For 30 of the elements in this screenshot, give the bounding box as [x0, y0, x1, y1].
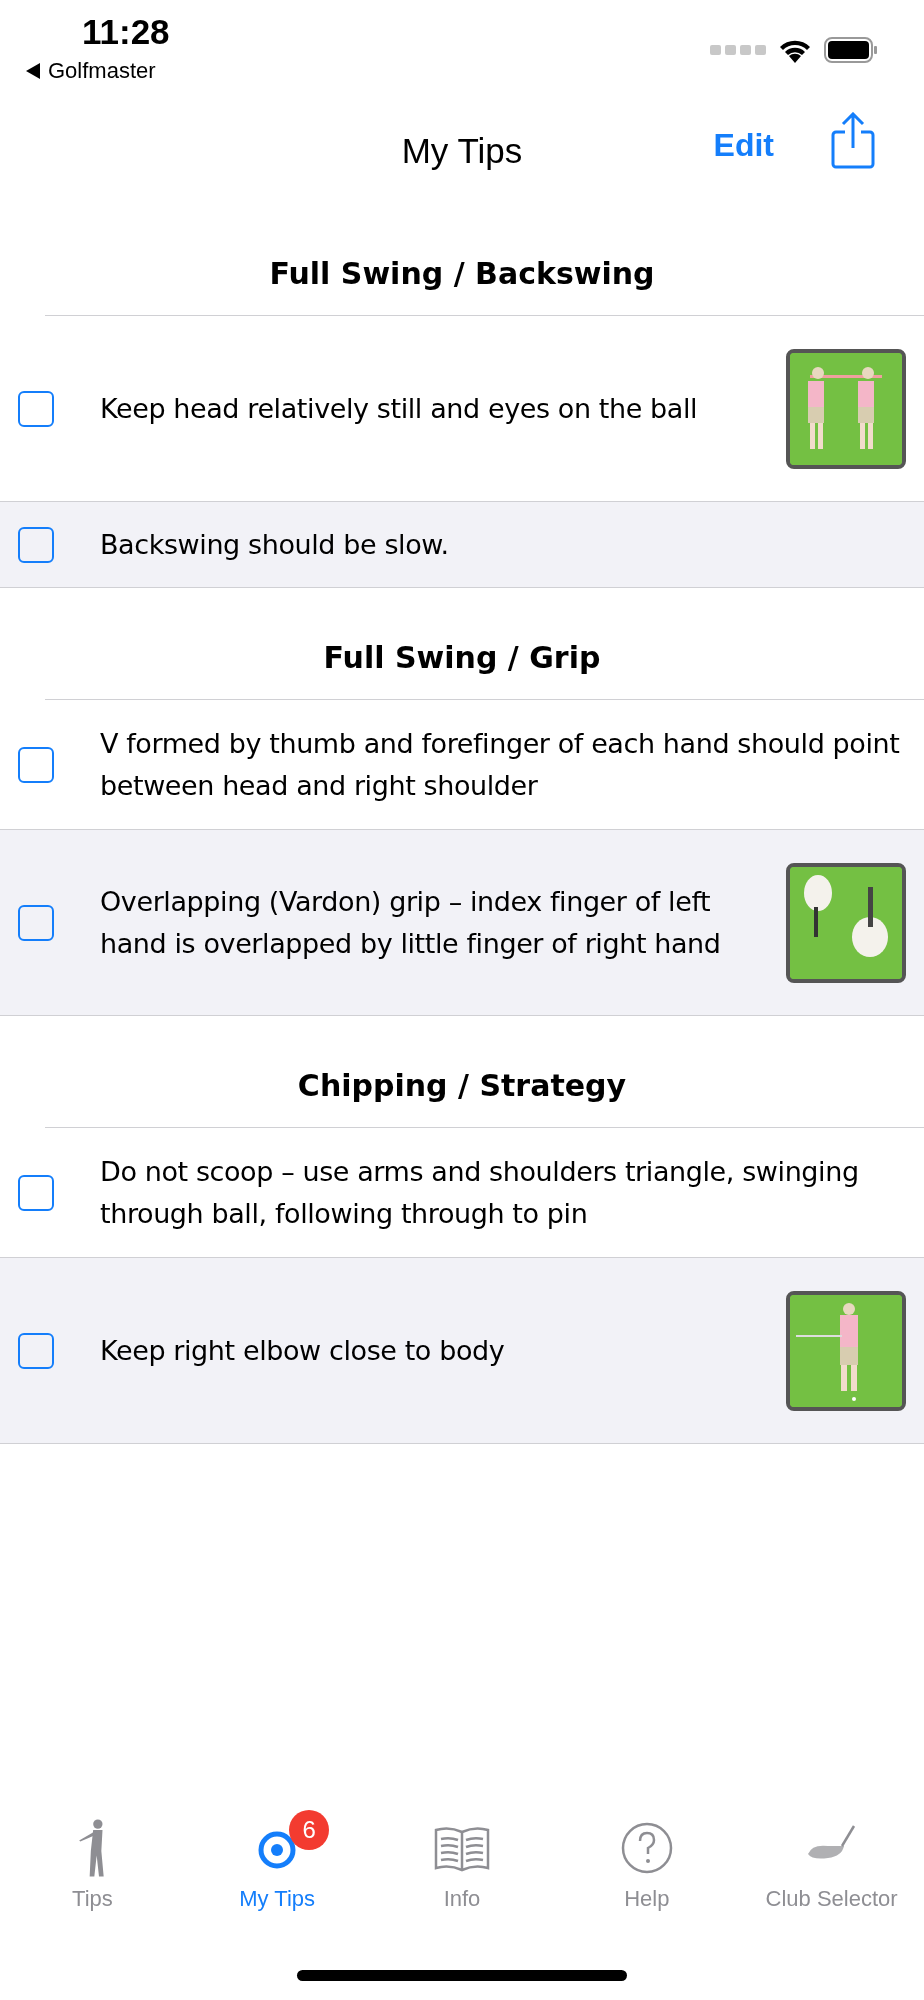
- back-arrow-icon: [26, 63, 40, 79]
- signal-icon: [710, 44, 766, 56]
- checkbox[interactable]: [18, 746, 54, 783]
- tip-text: Keep head relatively still and eyes on the ball: [100, 391, 699, 426]
- tip-text: Overlapping (Vardon) grip – index finger of left hand is overlapped by little finger of right hand: [100, 884, 722, 961]
- checkbox[interactable]: [18, 904, 54, 941]
- tab[interactable]: My Tips 6: [184, 1810, 370, 1912]
- section-title: Full Swing / Grip: [322, 639, 602, 677]
- checkbox[interactable]: [18, 390, 54, 427]
- tab[interactable]: Club Selector: [739, 1810, 924, 1912]
- tip-text: V formed by thumb and forefinger of each hand should point between head and right shoulder: [100, 726, 901, 803]
- section-title: Chipping / Strategy: [296, 1067, 628, 1105]
- clock-time: 11:28: [82, 12, 170, 52]
- edit-button[interactable]: Edit: [713, 127, 774, 164]
- tip-text: Keep right elbow close to body: [100, 1333, 506, 1368]
- screen-title: My Tips: [401, 131, 523, 171]
- checkbox[interactable]: [18, 526, 54, 563]
- checkbox[interactable]: [18, 1174, 54, 1211]
- share-icon[interactable]: [830, 112, 876, 170]
- battery-icon: [824, 37, 878, 63]
- badge-count: 6: [289, 1810, 330, 1850]
- section-title: Full Swing / Backswing: [268, 255, 656, 293]
- tab[interactable]: Help: [554, 1810, 740, 1912]
- tab[interactable]: Tips: [0, 1810, 185, 1912]
- tab[interactable]: Info: [369, 1810, 555, 1912]
- tip-text: Do not scoop – use arms and shoulders triangle, swinging through ball, following through to pin: [100, 1154, 860, 1231]
- checkbox[interactable]: [18, 1332, 54, 1369]
- back-link[interactable]: Golfmaster: [26, 58, 156, 84]
- golfer-icon: [78, 1818, 107, 1878]
- tip-text: Backswing should be slow.: [100, 527, 450, 562]
